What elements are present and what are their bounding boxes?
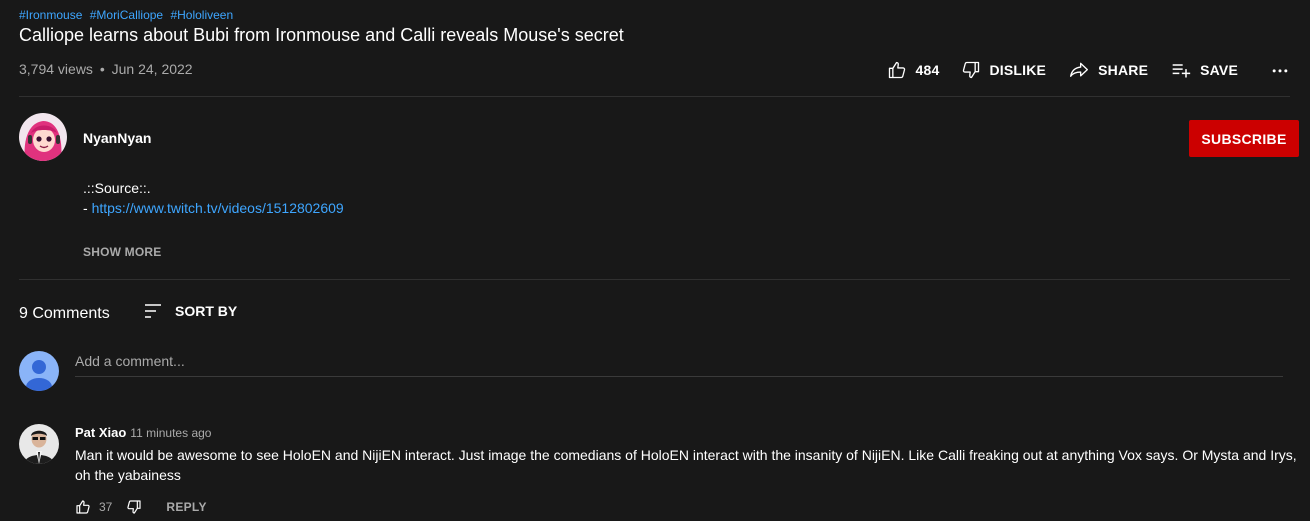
- comment-header: Pat Xiao 11 minutes ago: [75, 425, 211, 440]
- comment-actions: 37 REPLY: [75, 498, 207, 516]
- comment-author-avatar[interactable]: [19, 424, 59, 464]
- comment-dislike-button[interactable]: [126, 499, 142, 515]
- sort-label: SORT BY: [175, 303, 238, 319]
- video-page: #Ironmouse #MoriCalliope #Hololiveen Cal…: [0, 0, 1310, 521]
- view-count: 3,794 views: [19, 61, 93, 77]
- sort-by-button[interactable]: SORT BY: [143, 302, 237, 320]
- thumb-down-icon: [127, 500, 141, 514]
- save-label: SAVE: [1200, 62, 1238, 78]
- channel-avatar[interactable]: [19, 113, 67, 161]
- video-title: Calliope learns about Bubi from Ironmous…: [19, 25, 624, 45]
- video-actions: 484 DISLIKE SHARE SAVE: [887, 58, 1290, 82]
- user-avatar: [19, 351, 59, 391]
- meta-separator: •: [99, 61, 105, 77]
- hashtag-link[interactable]: #Ironmouse: [19, 8, 82, 22]
- description-line: - https://www.twitch.tv/videos/151280260…: [83, 198, 344, 218]
- thumb-up-icon: [889, 61, 906, 79]
- save-button[interactable]: SAVE: [1170, 60, 1238, 80]
- video-meta: 3,794 views • Jun 24, 2022: [19, 61, 193, 77]
- save-playlist-icon: [1172, 64, 1191, 78]
- share-label: SHARE: [1098, 62, 1149, 78]
- share-icon: [1070, 62, 1089, 77]
- thumb-down-icon: [963, 61, 980, 79]
- more-icon: [1272, 69, 1288, 73]
- hashtag-link[interactable]: #MoriCalliope: [90, 8, 163, 22]
- comment-like-count: 37: [99, 500, 113, 514]
- hashtag-link[interactable]: #Hololiveen: [170, 8, 233, 22]
- like-button[interactable]: 484: [887, 60, 939, 80]
- hashtags: #Ironmouse #MoriCalliope #Hololiveen: [19, 8, 237, 22]
- description-line: .::Source::.: [83, 180, 151, 196]
- dislike-label: DISLIKE: [989, 62, 1047, 78]
- comment-time[interactable]: 11 minutes ago: [130, 426, 211, 440]
- comments-count: 9 Comments: [19, 305, 110, 322]
- source-link[interactable]: https://www.twitch.tv/videos/1512802609: [92, 200, 344, 216]
- comment-like-button[interactable]: [75, 499, 91, 515]
- divider: [19, 279, 1290, 280]
- sort-icon: [145, 304, 161, 318]
- reply-button[interactable]: REPLY: [166, 500, 206, 514]
- description-prefix: -: [83, 200, 92, 216]
- comment-author[interactable]: Pat Xiao: [75, 425, 126, 440]
- subscribe-button[interactable]: SUBSCRIBE: [1189, 120, 1299, 157]
- upload-date: Jun 24, 2022: [111, 61, 193, 77]
- dislike-button[interactable]: DISLIKE: [961, 60, 1046, 80]
- video-description: .::Source::. - https://www.twitch.tv/vid…: [83, 178, 344, 218]
- divider: [19, 96, 1290, 97]
- thumb-up-icon: [76, 500, 90, 514]
- like-count: 484: [915, 62, 940, 78]
- share-button[interactable]: SHARE: [1068, 60, 1148, 80]
- show-more-button[interactable]: SHOW MORE: [83, 245, 161, 259]
- comment-text: Man it would be awesome to see HoloEN an…: [75, 447, 1297, 483]
- add-comment-input[interactable]: Add a comment...: [75, 350, 1283, 377]
- more-actions-button[interactable]: [1270, 60, 1290, 80]
- channel-name[interactable]: NyanNyan: [83, 130, 151, 146]
